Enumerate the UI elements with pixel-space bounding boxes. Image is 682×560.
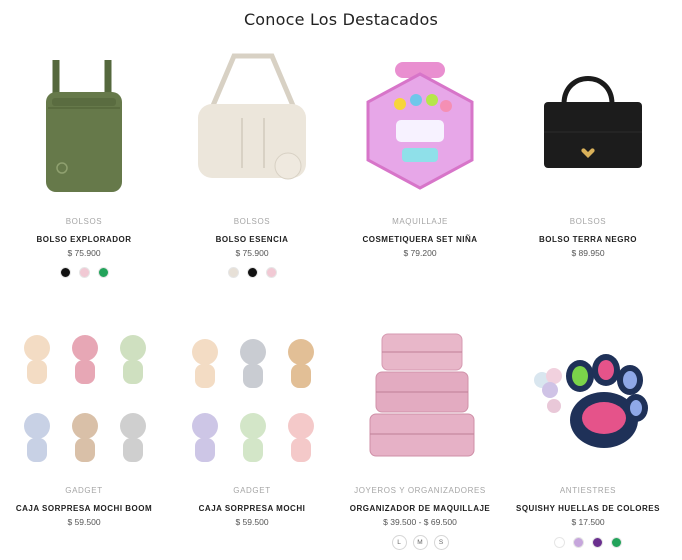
color-swatch[interactable] [573, 537, 584, 548]
product-category: BOLSOS [65, 217, 103, 226]
product-price: $ 75.900 [67, 248, 101, 258]
product-name[interactable]: BOLSO EXPLORADOR [0, 235, 168, 244]
product-price: $ 79.200 [403, 248, 437, 258]
section-title: Conoce Los Destacados [243, 10, 439, 29]
product-name[interactable]: ORGANIZADOR DE MAQUILLAJE [336, 504, 504, 513]
color-swatch[interactable] [592, 537, 603, 548]
product-name[interactable]: CAJA SORPRESA MOCHI BOOM [0, 504, 168, 513]
product-price: $ 89.950 [571, 248, 605, 258]
color-swatch[interactable] [227, 267, 239, 278]
product-price: $ 17.500 [571, 517, 605, 527]
product-card-caja-sorpresa-mochi[interactable]: GADGET CAJA SORPRESA MOCHI $ 59.500 [168, 318, 336, 538]
product-category: GADGET [233, 486, 271, 495]
product-name[interactable]: BOLSO TERRA NEGRO [504, 235, 672, 244]
product-name[interactable]: SQUISHY HUELLAS DE COLORES [504, 504, 672, 513]
product-image[interactable] [172, 318, 332, 478]
color-swatch[interactable] [265, 267, 277, 278]
size-option-s[interactable]: S [433, 535, 449, 550]
product-name[interactable]: BOLSO ESENCIA [168, 235, 336, 244]
product-image[interactable] [340, 318, 500, 478]
product-card-bolso-terra-negro[interactable]: BOLSOS BOLSO TERRA NEGRO $ 89.950 [504, 48, 672, 288]
product-image[interactable] [172, 48, 332, 208]
color-swatch[interactable] [59, 267, 71, 278]
size-option-m[interactable]: M [412, 535, 428, 550]
product-card-bolso-explorador[interactable]: BOLSOS BOLSO EXPLORADOR $ 75.900 [0, 48, 168, 288]
color-swatches [504, 537, 672, 548]
color-swatch[interactable] [554, 537, 565, 548]
color-swatches [168, 267, 336, 278]
color-swatch[interactable] [78, 267, 90, 278]
product-category: GADGET [65, 486, 103, 495]
product-card-cosmetiquera-set-nina[interactable]: MAQUILLAJE COSMETIQUERA SET NIÑA $ 79.20… [336, 48, 504, 288]
color-swatch[interactable] [246, 267, 258, 278]
product-card-caja-sorpresa-mochi-boom[interactable]: GADGET CAJA SORPRESA MOCHI BOOM $ 59.500 [0, 318, 168, 538]
color-swatch[interactable] [611, 537, 622, 548]
product-card-organizador-de-maquillaje[interactable]: JOYEROS Y ORGANIZADORES ORGANIZADOR DE M… [336, 318, 504, 554]
product-card-bolso-esencia[interactable]: BOLSOS BOLSO ESENCIA $ 75.900 [168, 48, 336, 288]
color-swatch[interactable] [97, 267, 109, 278]
product-price: $ 59.500 [67, 517, 101, 527]
product-category: MAQUILLAJE [392, 217, 448, 226]
product-image[interactable] [508, 318, 668, 478]
product-image[interactable] [4, 318, 164, 478]
size-options: L M S [336, 535, 504, 550]
product-image[interactable] [340, 48, 500, 208]
product-category: BOLSOS [233, 217, 271, 226]
product-image[interactable] [4, 48, 164, 208]
product-price: $ 75.900 [235, 248, 269, 258]
size-option-l[interactable]: L [391, 535, 407, 550]
product-category: ANTIESTRES [559, 486, 617, 495]
product-card-squishy-huellas-de-colores[interactable]: ANTIESTRES SQUISHY HUELLAS DE COLORES $ … [504, 318, 672, 554]
product-category: JOYEROS Y ORGANIZADORES [354, 486, 486, 495]
product-image[interactable] [508, 48, 668, 208]
color-swatches [0, 267, 168, 278]
product-price: $ 39.500 - $ 69.500 [383, 517, 457, 527]
product-price: $ 59.500 [235, 517, 269, 527]
product-name[interactable]: COSMETIQUERA SET NIÑA [336, 235, 504, 244]
product-name[interactable]: CAJA SORPRESA MOCHI [168, 504, 336, 513]
product-category: BOLSOS [569, 217, 607, 226]
